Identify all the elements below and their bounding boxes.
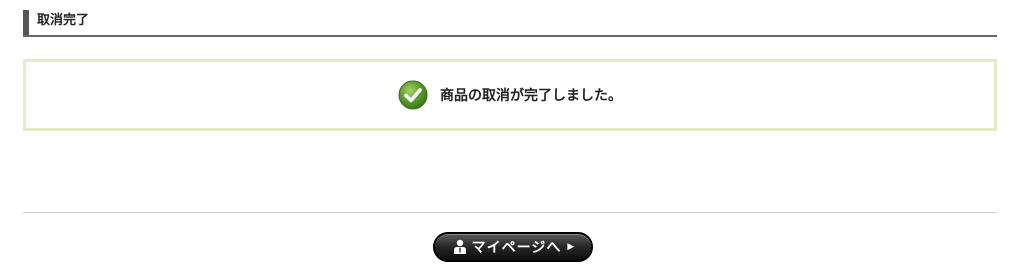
completion-message-box: 商品の取消が完了しました。 — [23, 59, 997, 131]
mypage-button[interactable]: マイページへ ▶ — [433, 232, 593, 262]
page-title: 取消完了 — [37, 13, 90, 28]
triangle-right-icon: ▶ — [567, 242, 575, 252]
check-circle-icon — [398, 80, 428, 110]
mypage-button-label: マイページへ — [471, 240, 562, 256]
divider — [23, 212, 997, 213]
completion-message-text: 商品の取消が完了しました。 — [440, 88, 622, 104]
heading-accent-bar — [23, 10, 29, 35]
page: 取消完了 商品の取消が完了しました。 マイページへ ▶ — [0, 0, 1024, 280]
user-icon — [453, 239, 466, 254]
completion-message: 商品の取消が完了しました。 — [26, 62, 994, 128]
section-heading: 取消完了 — [23, 7, 997, 37]
